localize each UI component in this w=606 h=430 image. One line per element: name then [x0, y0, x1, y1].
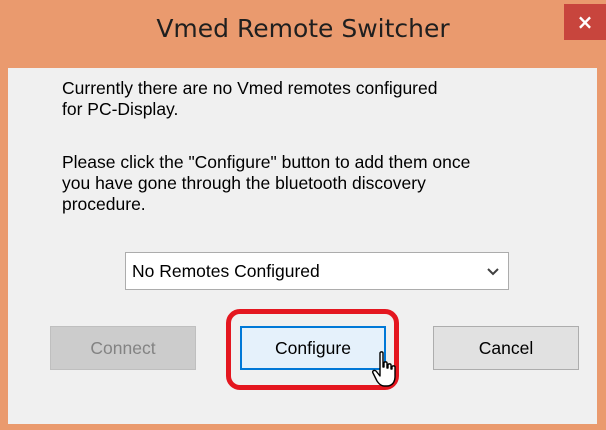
window-title: Vmed Remote Switcher: [156, 14, 450, 43]
remote-select-value: No Remotes Configured: [132, 261, 320, 281]
close-icon: ×: [576, 10, 594, 34]
hand-pointer-icon: [372, 351, 396, 387]
message-line: procedure.: [62, 194, 146, 214]
message-line: for PC-Display.: [62, 99, 179, 119]
title-bar[interactable]: Vmed Remote Switcher ×: [0, 0, 606, 68]
app-window: Vmed Remote Switcher × Currently there a…: [0, 0, 606, 430]
chevron-down-icon: [487, 268, 499, 276]
message-line: Please click the "Configure" button to a…: [62, 152, 471, 172]
message-line: Currently there are no Vmed remotes conf…: [62, 78, 438, 98]
connect-button[interactable]: Connect: [50, 326, 196, 370]
instructions-message: Please click the "Configure" button to a…: [62, 152, 562, 215]
no-remotes-message: Currently there are no Vmed remotes conf…: [62, 78, 562, 120]
close-button[interactable]: ×: [564, 4, 606, 40]
message-line: you have gone through the bluetooth disc…: [62, 173, 426, 193]
cancel-button[interactable]: Cancel: [433, 326, 579, 370]
remote-select[interactable]: No Remotes Configured: [125, 252, 509, 290]
